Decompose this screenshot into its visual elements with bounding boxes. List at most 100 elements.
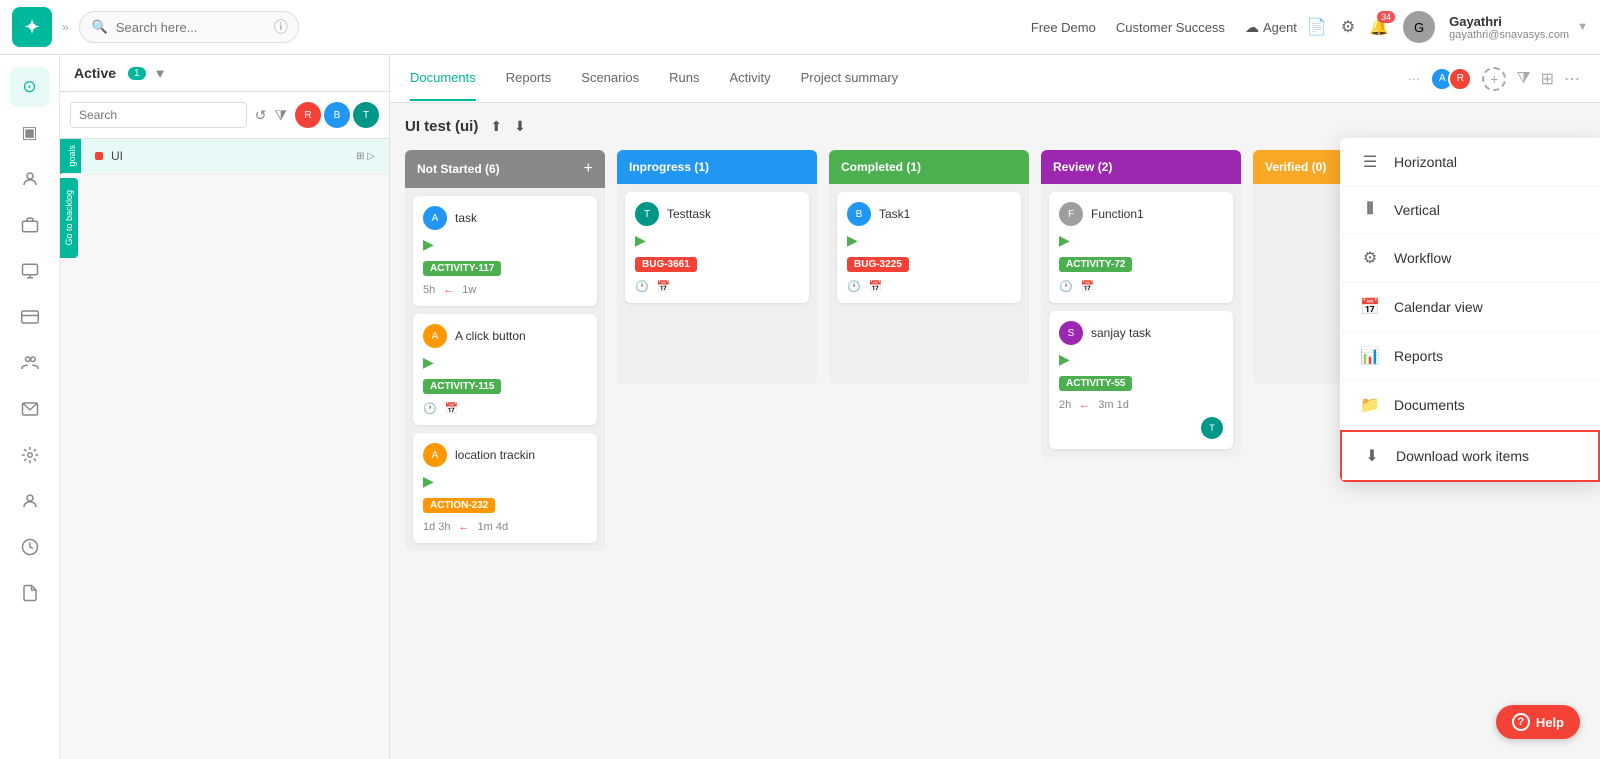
help-label: Help: [1536, 715, 1564, 730]
tab-runs[interactable]: Runs: [669, 56, 699, 101]
backlog-panel[interactable]: Go to backlog: [60, 178, 78, 258]
tab-scenarios[interactable]: Scenarios: [581, 56, 639, 101]
card-badge: ACTIVITY-72: [1059, 257, 1132, 272]
proj-color-dot: [95, 152, 103, 160]
tab-avatar-2: R: [1448, 67, 1472, 91]
sidebar-item-monitor[interactable]: [10, 251, 50, 291]
card-footer: 5h ← 1w: [423, 284, 587, 296]
tab-filter-icon[interactable]: ⧩: [1516, 70, 1530, 88]
card-activity-117: A task ▶ ACTIVITY-117 5h ← 1w: [413, 196, 597, 306]
nav-expand-icon[interactable]: »: [62, 20, 69, 34]
col-body-completed: B Task1 ▶ BUG-3225 🕐 📅: [829, 184, 1029, 384]
dropdown-reports[interactable]: 📊 Reports: [1340, 332, 1600, 381]
search-input[interactable]: [116, 20, 266, 35]
free-demo-link[interactable]: Free Demo: [1031, 20, 1096, 35]
dropdown-vertical[interactable]: ⦀ Vertical: [1340, 187, 1600, 234]
extra-avatar: T: [1201, 417, 1223, 439]
goals-panel[interactable]: goals: [63, 139, 81, 173]
col-body-review: F Function1 ▶ ACTIVITY-72 🕐 📅 S sanjay t…: [1041, 184, 1241, 457]
nav-center: Free Demo Customer Success ☁ Agent: [1031, 19, 1297, 36]
sidebar-item-person[interactable]: [10, 481, 50, 521]
horizontal-icon: ☰: [1360, 152, 1380, 172]
time-remaining: 1w: [462, 284, 476, 296]
card-badge: BUG-3225: [847, 257, 909, 272]
calendar-icon: 📅: [657, 280, 671, 293]
card-activity-115: A A click button ▶ ACTIVITY-115 🕐 📅: [413, 314, 597, 425]
dropdown-horizontal[interactable]: ☰ Horizontal: [1340, 138, 1600, 187]
tab-documents[interactable]: Documents: [410, 56, 476, 101]
play-icon[interactable]: ▶: [423, 354, 587, 371]
avatar[interactable]: G: [1403, 11, 1435, 43]
sidebar-item-card[interactable]: [10, 297, 50, 337]
card-footer: 🕐 📅: [635, 280, 799, 293]
col-header-completed: Completed (1): [829, 150, 1029, 184]
tab-project-summary[interactable]: Project summary: [801, 56, 899, 101]
play-icon[interactable]: ▶: [423, 236, 587, 253]
board-download-icon[interactable]: ⬇: [514, 118, 526, 135]
project-list: goals UI ⊞ ▷ Go to backlog: [60, 139, 389, 759]
project-search-input[interactable]: [70, 102, 247, 128]
sidebar-item-clock[interactable]: [10, 527, 50, 567]
settings-nav-icon[interactable]: ⚙: [1341, 17, 1355, 37]
sidebar-item-file[interactable]: [10, 573, 50, 613]
sidebar-item-settings[interactable]: [10, 435, 50, 475]
backlog-panel-container: Go to backlog: [60, 178, 389, 258]
board-upload-icon[interactable]: ⬆: [490, 118, 502, 135]
dropdown-label-download: Download work items: [1396, 448, 1529, 464]
col-header-review: Review (2): [1041, 150, 1241, 184]
nav-right: 📄 ⚙ 🔔 34 G Gayathri gayathri@snavasys.co…: [1307, 11, 1588, 43]
arrow-icon: ←: [459, 521, 470, 533]
sidebar-item-home[interactable]: ⊙: [10, 67, 50, 107]
dropdown-workflow[interactable]: ⚙ Workflow: [1340, 234, 1600, 283]
play-icon[interactable]: ▶: [423, 473, 587, 490]
help-button[interactable]: ? Help: [1496, 705, 1580, 739]
dropdown-calendar[interactable]: 📅 Calendar view: [1340, 283, 1600, 332]
sidebar-item-users[interactable]: [10, 159, 50, 199]
col-add-btn-not-started[interactable]: +: [584, 160, 593, 178]
time-estimate: 5h: [423, 284, 435, 296]
info-icon[interactable]: ⓘ: [274, 17, 288, 37]
card-title: task: [455, 211, 477, 225]
customer-success-link[interactable]: Customer Success: [1116, 20, 1225, 35]
active-dropdown-icon[interactable]: ▼: [154, 66, 167, 81]
tab-view-icon[interactable]: ⊞: [1541, 69, 1554, 89]
active-title: Active: [74, 65, 116, 81]
tab-bar: Documents Reports Scenarios Runs Activit…: [390, 55, 1600, 103]
search-icon: 🔍: [92, 19, 108, 35]
user-dropdown-icon[interactable]: ▼: [1577, 21, 1588, 33]
card-activity-72: F Function1 ▶ ACTIVITY-72 🕐 📅: [1049, 192, 1233, 303]
notification-icon[interactable]: 🔔 34: [1369, 17, 1389, 37]
top-nav: ✦ » 🔍 ⓘ Free Demo Customer Success ☁ Age…: [0, 0, 1600, 55]
user-name: Gayathri: [1449, 14, 1569, 29]
card-badge: ACTION-232: [423, 498, 495, 513]
document-icon[interactable]: 📄: [1307, 17, 1327, 37]
dropdown-documents[interactable]: 📁 Documents: [1340, 381, 1600, 430]
col-label-completed: Completed (1): [841, 160, 921, 174]
sidebar-item-briefcase[interactable]: [10, 205, 50, 245]
agent-link[interactable]: ☁ Agent: [1245, 19, 1297, 36]
tab-more-icon[interactable]: ⋯: [1564, 69, 1580, 89]
logo[interactable]: ✦: [12, 7, 52, 47]
sidebar-item-tv[interactable]: ▣: [10, 113, 50, 153]
sidebar-item-mail[interactable]: [10, 389, 50, 429]
sidebar-item-team[interactable]: [10, 343, 50, 383]
play-icon[interactable]: ▶: [635, 232, 799, 249]
play-icon[interactable]: ▶: [1059, 232, 1223, 249]
board-header: UI test (ui) ⬆ ⬇: [405, 118, 1585, 135]
card-title: location trackin: [455, 448, 535, 462]
project-item-ui[interactable]: goals UI ⊞ ▷: [60, 139, 389, 174]
card-badge: BUG-3661: [635, 257, 697, 272]
tab-activity[interactable]: Activity: [729, 56, 770, 101]
play-icon[interactable]: ▶: [847, 232, 1011, 249]
more-tabs-icon[interactable]: ···: [1407, 71, 1420, 86]
clock-icon: 🕐: [635, 280, 649, 293]
help-circle-icon: ?: [1512, 713, 1530, 731]
dropdown-download-work-items[interactable]: ⬇ Download work items: [1340, 430, 1600, 482]
play-icon[interactable]: ▶: [1059, 351, 1223, 368]
undo-icon[interactable]: ↺: [255, 107, 267, 124]
add-member-btn[interactable]: +: [1482, 67, 1506, 91]
filter-icon[interactable]: ⧩: [275, 107, 288, 124]
dropdown-label-documents: Documents: [1394, 397, 1465, 413]
tab-reports[interactable]: Reports: [506, 56, 552, 101]
column-not-started: Not Started (6) + A task ▶ ACTIVITY-117 …: [405, 150, 605, 551]
